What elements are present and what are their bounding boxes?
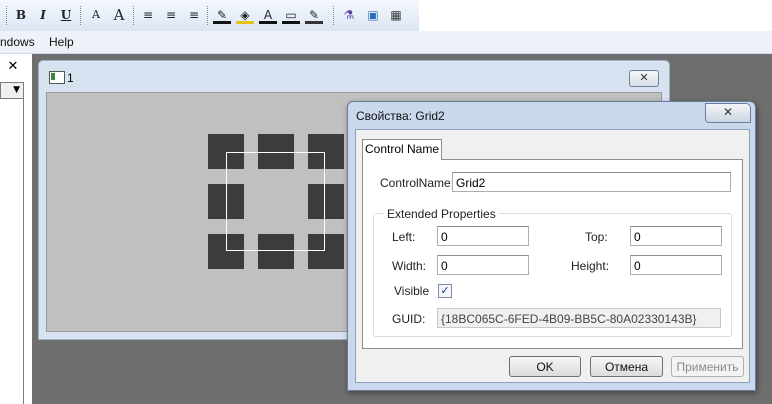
menu-help[interactable]: Help [49, 35, 74, 49]
group-label: Extended Properties [384, 207, 499, 221]
toolbar-separator [333, 6, 335, 25]
toolbar-separator [207, 6, 209, 25]
width-field[interactable]: 0 [437, 255, 529, 275]
document-icon [49, 71, 65, 84]
left-panel: ✕ ▼ [0, 54, 32, 404]
toolbar-separator [80, 6, 82, 25]
control-name-label: ControlName: [380, 176, 455, 190]
close-icon: ✕ [722, 105, 734, 119]
toolbar-separator [6, 6, 8, 25]
toolbar-separator [133, 6, 135, 25]
dialog-body: Control Name ControlName: Grid2 Extended… [355, 129, 750, 383]
checkmark-icon: ✓ [440, 284, 450, 297]
align-center-button[interactable]: ≡ [162, 6, 180, 24]
italic-button[interactable]: I [34, 6, 52, 24]
formatting-toolbar: B I U A A ≡ ≡ ≡ ✎ ◈ A ▭ ✎ ⚗ ▣ ▦ [0, 0, 419, 32]
height-field[interactable]: 0 [630, 255, 722, 275]
font-decrease-button[interactable]: A [87, 6, 105, 24]
panel-close-button[interactable]: ✕ [3, 59, 23, 75]
tab-panel: ControlName: Grid2 Extended Properties L… [362, 159, 743, 349]
control-name-field[interactable]: Grid2 [452, 172, 731, 192]
properties-button[interactable]: ▦ [387, 6, 405, 24]
close-icon: ✕ [639, 71, 649, 84]
fill-color-button[interactable]: ◈ [236, 6, 254, 24]
dialog-close-button[interactable]: ✕ [705, 103, 751, 123]
cancel-button[interactable]: Отмена [590, 356, 663, 377]
line-style-button[interactable]: ✎ [305, 6, 323, 24]
visible-label: Visible [394, 284, 430, 298]
height-label: Height: [571, 259, 610, 273]
document-title: 1 [67, 71, 74, 85]
top-field[interactable]: 0 [630, 226, 722, 246]
wizard-button[interactable]: ⚗ [340, 6, 358, 24]
ok-button[interactable]: OK [509, 356, 581, 377]
guid-label: GUID: [392, 312, 426, 326]
grid-control-outline[interactable] [226, 152, 325, 251]
object-list[interactable] [0, 99, 24, 404]
font-increase-button[interactable]: A [110, 6, 128, 24]
chevron-down-icon: ▼ [13, 85, 20, 95]
align-right-button[interactable]: ≡ [185, 6, 203, 24]
font-color-button[interactable]: A [259, 6, 277, 24]
menu-bar: ndows Help [0, 31, 772, 54]
align-left-button[interactable]: ≡ [139, 6, 157, 24]
dialog-title: Свойства: Grid2 [356, 109, 445, 123]
document-close-button[interactable]: ✕ [629, 70, 659, 87]
apply-button[interactable]: Применить [671, 356, 744, 377]
border-button[interactable]: ▭ [282, 6, 300, 24]
line-color-button[interactable]: ✎ [213, 6, 231, 24]
toolbar-empty-area [419, 0, 772, 31]
extended-properties-group: Extended Properties Left: 0 Top: 0 Width… [373, 207, 732, 337]
left-field[interactable]: 0 [437, 226, 529, 246]
menu-windows[interactable]: ndows [0, 35, 35, 49]
properties-dialog: Свойства: Grid2 ✕ Control Name ControlNa… [347, 101, 756, 391]
top-label: Top: [585, 230, 608, 244]
left-label: Left: [392, 230, 416, 244]
width-label: Width: [392, 259, 427, 273]
object-selector-combo[interactable]: ▼ [0, 82, 24, 99]
tab-control-name[interactable]: Control Name [362, 139, 442, 160]
guid-field[interactable]: {18BC065C-6FED-4B09-BB5C-80A02330143B} [437, 308, 721, 328]
underline-button[interactable]: U [57, 6, 75, 24]
visible-checkbox[interactable]: ✓ [438, 284, 452, 298]
grid-button[interactable]: ▣ [364, 6, 382, 24]
bold-button[interactable]: B [12, 6, 30, 24]
